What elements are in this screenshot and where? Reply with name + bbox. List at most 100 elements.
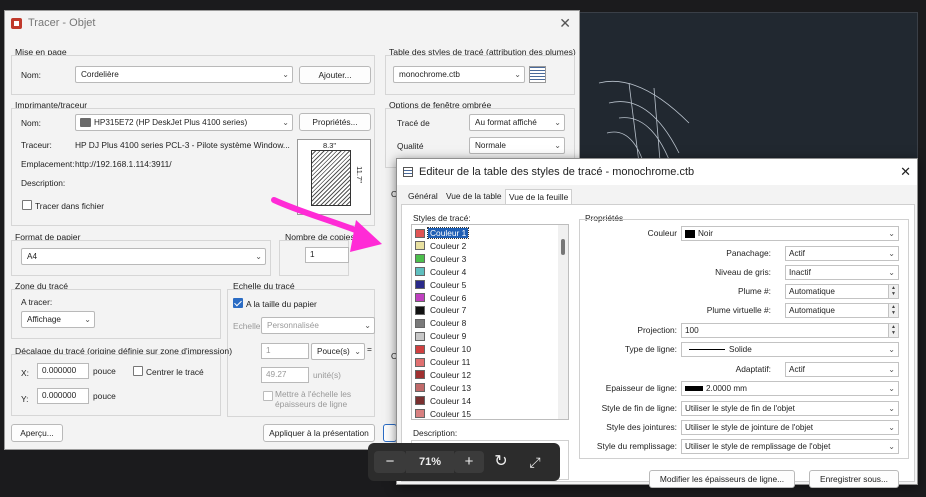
shade-plot-select[interactable]: Au format affiché ⌄ [469,114,565,131]
style-list-item[interactable]: Couleur 12 [415,369,473,381]
close-icon[interactable]: ✕ [559,15,571,32]
scale-value2-input[interactable]: 49.27 [261,367,309,383]
rotate-icon[interactable]: ↻ [488,451,514,473]
zoom-out-button[interactable]: − [374,451,406,473]
preview-width: 8.3" [323,141,337,150]
style-name: Couleur 10 [430,344,471,355]
chevron-down-icon: ⌄ [84,315,91,324]
adaptive-select[interactable]: Actif ⌄ [785,362,899,377]
color-swatch-icon [415,254,425,264]
style-list-item[interactable]: Couleur 2 [415,240,468,252]
style-list-item[interactable]: Couleur 3 [415,253,468,265]
styles-scrollbar[interactable] [558,225,568,419]
spinner-icon[interactable]: ▲ ▼ [888,285,898,298]
page-setup-name-select[interactable]: Cordelière ⌄ [75,66,293,83]
chevron-down-icon: ⌄ [888,423,895,432]
tab-general[interactable]: Général [405,189,441,204]
offset-y-value: 0.000000 [42,391,77,400]
scrollbar-thumb[interactable] [561,239,565,255]
style-list-item[interactable]: Couleur 1 [415,227,470,239]
style-list-item[interactable]: Couleur 15 [415,408,473,420]
plot-to-file-checkbox[interactable] [22,200,32,210]
lineweight-select[interactable]: 2.0000 mm ⌄ [681,381,899,396]
chevron-down-icon: ⌄ [255,252,262,261]
edit-lineweights-button[interactable]: Modifier les épaisseurs de ligne... [649,470,795,488]
scale-select[interactable]: Personnalisée ⌄ [261,317,375,334]
scale-unit-select[interactable]: Pouce(s) ⌄ [311,343,365,360]
style-name: Couleur 11 [430,357,471,367]
description-label: Description: [21,178,66,188]
style-list-item[interactable]: Couleur 7 [415,304,468,316]
scale-value1-input[interactable]: 1 [261,343,309,359]
printer-name-select[interactable]: HP315E72 (HP DeskJet Plus 4100 series) ⌄ [75,114,293,131]
printer-name-label: Nom: [21,118,42,128]
virtual-pen-value: Automatique [789,306,835,315]
plot-to-file-label: Tracer dans fichier [35,201,105,211]
virtual-pen-input[interactable]: Automatique ▲ ▼ [785,303,899,318]
save-as-button[interactable]: Enregistrer sous... [809,470,899,488]
lineweight-value: 2.0000 mm [706,384,747,393]
fit-screen-icon[interactable]: ⤢ [522,451,548,473]
tab-sheet-view[interactable]: Vue de la feuille [505,189,573,204]
style-list-item[interactable]: Couleur 8 [415,317,468,329]
grayscale-select[interactable]: Inactif ⌄ [785,265,899,280]
preview-button[interactable]: Aperçu... [11,424,63,442]
plot-what-select[interactable]: Affichage ⌄ [21,311,95,328]
offset-x-input[interactable]: 0.000000 [37,363,89,379]
chevron-down-icon: ⌄ [888,365,895,374]
projection-input[interactable]: 100 ▲ ▼ [681,323,899,338]
offset-y-input[interactable]: 0.000000 [37,388,89,404]
ok-button-partial[interactable] [383,424,397,442]
style-list-item[interactable]: Couleur 10 [415,343,473,355]
quality-select[interactable]: Normale ⌄ [469,137,565,154]
add-page-setup-button[interactable]: Ajouter... [299,66,371,84]
plotter-value: HP DJ Plus 4100 series PCL-3 - Pilote sy… [75,140,290,150]
style-list-item[interactable]: Couleur 14 [415,395,473,407]
spinner-icon[interactable]: ▲ ▼ [888,324,898,337]
style-name: Couleur 3 [430,253,467,264]
style-list-item[interactable]: Couleur 6 [415,292,468,304]
fillstyle-value: Utiliser le style de remplissage de l'ob… [685,442,831,451]
scale-lineweights-checkbox[interactable] [263,391,273,401]
zoom-in-button[interactable]: + [454,451,484,473]
fit-paper-checkbox[interactable] [233,298,243,308]
color-swatch-icon [415,228,425,238]
apply-to-layout-button[interactable]: Appliquer à la présentation [263,424,375,442]
scale-label: Echelle: [233,321,263,331]
scale-lineweights-label: Mettre à l'échelle les épaisseurs de lig… [275,389,352,409]
paper-format-select[interactable]: A4 ⌄ [21,248,266,265]
chevron-down-icon: ⌄ [514,70,521,79]
editor-close-icon[interactable]: ✕ [900,164,911,180]
endstyle-select[interactable]: Utiliser le style de fin de l'objet ⌄ [681,401,899,416]
style-list-item[interactable]: Couleur 11 [415,356,472,368]
shade-plot-label: Tracé de [397,118,430,128]
quality-label: Qualité [397,141,424,151]
preview-height: 11.7" [354,166,364,183]
style-name: Couleur 14 [430,395,471,406]
chevron-down-icon: ⌄ [354,347,361,356]
spinner-icon[interactable]: ▲ ▼ [888,304,898,317]
chevron-down-icon: ⌄ [282,118,289,127]
center-plot-checkbox[interactable] [133,366,143,376]
pen-number-input[interactable]: Automatique ▲ ▼ [785,284,899,299]
fillstyle-select[interactable]: Utiliser le style de remplissage de l'ob… [681,439,899,454]
dither-select[interactable]: Actif ⌄ [785,246,899,261]
style-table-select[interactable]: monochrome.ctb ⌄ [393,66,525,83]
joinstyle-select[interactable]: Utiliser le style de jointure de l'objet… [681,420,899,435]
endstyle-label: Style de fin de ligne: [601,403,677,413]
paper-format-value: A4 [27,252,38,261]
styles-list[interactable]: Couleur 1 Couleur 2 Couleur 3 Couleur 4 Coul… [411,224,569,420]
style-list-item[interactable]: Couleur 9 [415,330,468,342]
edit-style-table-icon[interactable] [529,66,546,83]
style-list-item[interactable]: Couleur 5 [415,279,468,291]
printer-properties-button[interactable]: Propriétés... [299,113,371,131]
color-swatch-icon [415,280,425,290]
color-select[interactable]: Noir ⌄ [681,226,899,241]
linetype-select[interactable]: Solide ⌄ [681,342,899,357]
scale-unit2: unité(s) [313,370,341,380]
style-list-item[interactable]: Couleur 4 [415,266,468,278]
quality-value: Normale [475,141,506,150]
editor-titlebar: Editeur de la table des styles de tracé … [397,159,917,185]
tab-table-view[interactable]: Vue de la table [443,189,505,204]
style-list-item[interactable]: Couleur 13 [415,382,473,394]
